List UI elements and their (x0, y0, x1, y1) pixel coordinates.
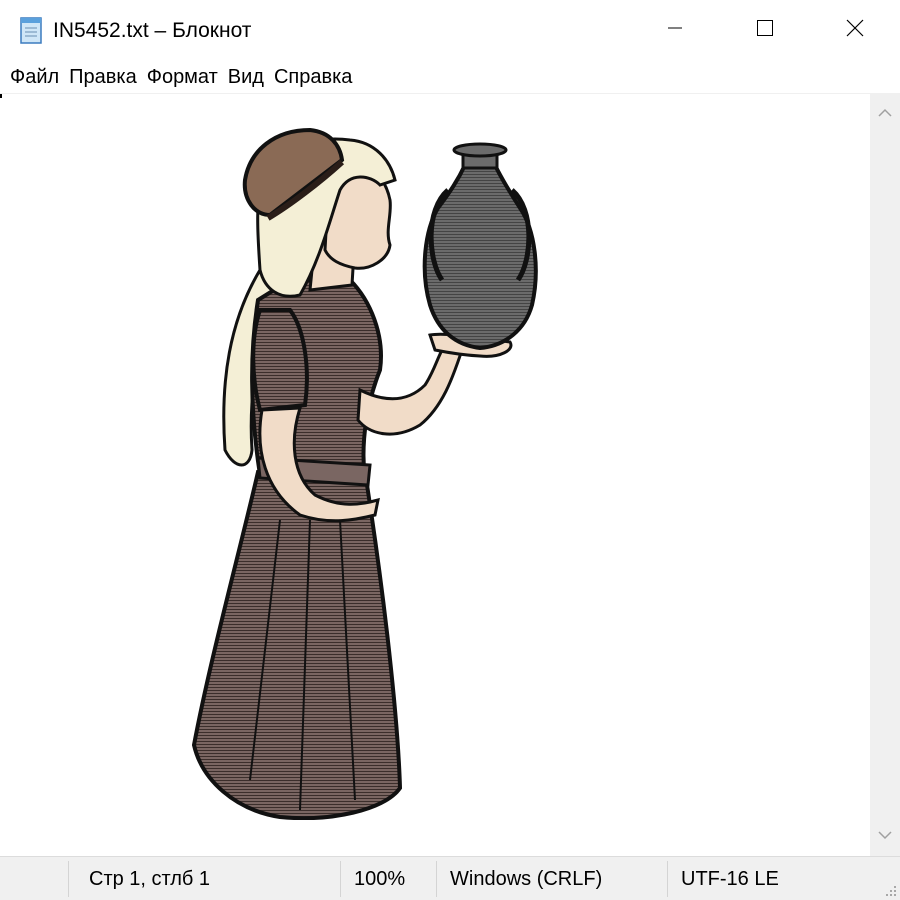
menu-help[interactable]: Справка (270, 63, 356, 91)
status-divider (667, 861, 668, 897)
menu-bar: Файл Правка Формат Вид Справка (0, 60, 900, 93)
menu-file[interactable]: Файл (6, 63, 63, 91)
title-bar[interactable]: IN5452.txt – Блокнот (0, 0, 900, 60)
scroll-down-button[interactable] (870, 822, 900, 850)
scroll-up-button[interactable] (870, 100, 900, 128)
status-divider (436, 861, 437, 897)
window-title: IN5452.txt – Блокнот (53, 19, 252, 42)
chevron-up-icon (878, 105, 892, 123)
status-divider (68, 861, 69, 897)
minimize-icon (667, 20, 683, 41)
status-bar: Стр 1, стлб 1 100% Windows (CRLF) UTF-16… (0, 856, 900, 900)
menu-edit[interactable]: Правка (65, 63, 141, 91)
minimize-button[interactable] (630, 0, 720, 60)
notepad-icon (17, 16, 45, 44)
zoom-level: 100% (354, 867, 406, 890)
line-endings: Windows (CRLF) (450, 867, 603, 890)
chevron-down-icon (878, 827, 892, 845)
vase-rim (452, 142, 508, 158)
close-icon (846, 19, 864, 42)
vase (422, 163, 538, 351)
text-caret (0, 94, 2, 98)
menu-view[interactable]: Вид (224, 63, 268, 91)
vertical-scrollbar[interactable] (870, 94, 900, 856)
status-divider (340, 861, 341, 897)
cursor-position: Стр 1, стлб 1 (89, 867, 211, 890)
encoding: UTF-16 LE (681, 867, 779, 890)
sleeve (251, 308, 309, 413)
maximize-button[interactable] (720, 0, 810, 60)
woman-holding-vase-illustration (191, 127, 538, 820)
maximize-icon (756, 19, 774, 42)
notepad-window: IN5452.txt – Блокнот Файл Правка Формат … (0, 0, 900, 900)
dress-skirt (191, 470, 403, 820)
resize-grip-icon[interactable] (883, 883, 897, 897)
menu-format[interactable]: Формат (143, 63, 222, 91)
close-button[interactable] (810, 0, 900, 60)
